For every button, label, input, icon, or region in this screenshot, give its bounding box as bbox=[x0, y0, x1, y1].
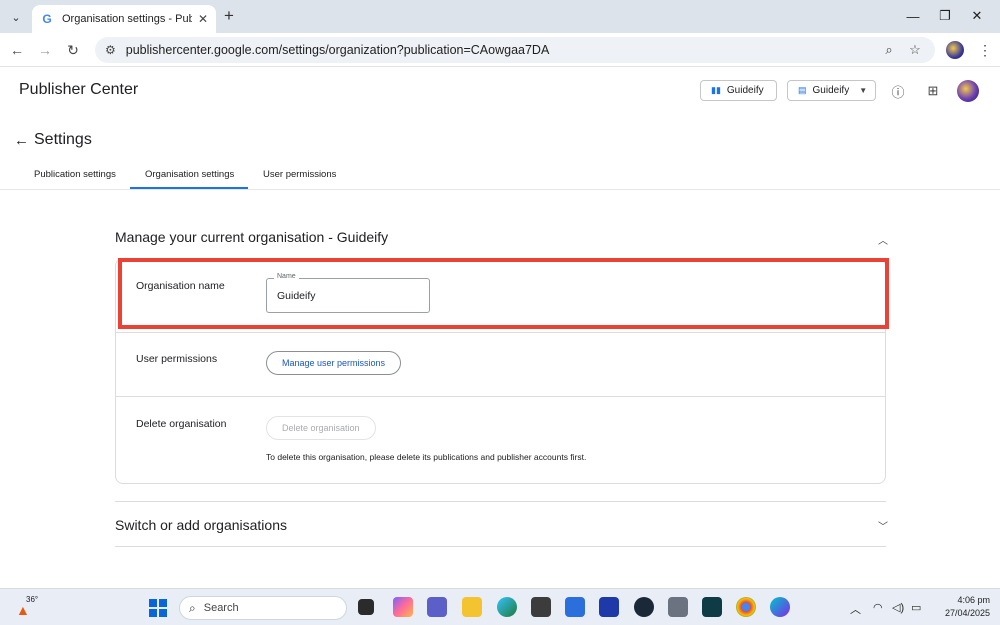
close-window-icon[interactable]: ✕ bbox=[962, 6, 992, 26]
publication-icon: ▮▮ bbox=[711, 85, 721, 95]
publication-button[interactable]: ▮▮ Guideify bbox=[700, 80, 777, 101]
forward-icon[interactable]: → bbox=[35, 40, 55, 60]
start-button-icon[interactable] bbox=[149, 599, 167, 617]
address-bar[interactable]: ⚙ publishercenter.google.com/settings/or… bbox=[95, 37, 935, 63]
search-icon: ⌕ bbox=[189, 600, 196, 615]
chrome-profile-avatar[interactable] bbox=[946, 41, 964, 59]
weather-temp: 36° bbox=[26, 595, 39, 604]
manage-user-permissions-button[interactable]: Manage user permissions bbox=[266, 351, 402, 375]
task-view-icon[interactable] bbox=[358, 599, 374, 615]
user-avatar[interactable] bbox=[957, 80, 979, 102]
tab-publication-settings[interactable]: Publication settings bbox=[34, 169, 116, 180]
apps-grid-icon[interactable]: ⊞ bbox=[924, 82, 942, 100]
battery-icon[interactable]: ▭ bbox=[911, 601, 921, 614]
document-icon: ▤ bbox=[798, 85, 807, 95]
expand-chevron-icon[interactable]: ﹀ bbox=[878, 518, 888, 533]
teams-icon[interactable] bbox=[427, 597, 447, 617]
app-speed-icon[interactable] bbox=[668, 597, 688, 617]
clock-time: 4:06 pm bbox=[957, 595, 990, 605]
tab-organisation-settings[interactable]: Organisation settings bbox=[145, 169, 234, 180]
delete-organisation-label: Delete organisation bbox=[136, 418, 227, 430]
delete-helper-text: To delete this organisation, please dele… bbox=[266, 452, 587, 462]
organisation-dropdown-label: Guideify bbox=[812, 85, 850, 96]
clock-date: 27/04/2025 bbox=[944, 608, 990, 618]
canva-icon[interactable] bbox=[770, 597, 790, 617]
user-permissions-label: User permissions bbox=[136, 353, 218, 365]
file-explorer-icon[interactable] bbox=[462, 597, 482, 617]
edge-icon[interactable] bbox=[497, 597, 517, 617]
wifi-icon[interactable]: ◠ bbox=[873, 601, 883, 614]
switch-organisations-section[interactable]: Switch or add organisations ﹀ bbox=[115, 501, 888, 547]
tab-title: Organisation settings - Publishe bbox=[62, 13, 192, 25]
delete-organisation-button[interactable]: Delete organisation bbox=[266, 416, 376, 440]
google-favicon-icon: G bbox=[42, 12, 52, 26]
copilot-icon[interactable] bbox=[393, 597, 413, 617]
chrome-menu-icon[interactable]: ⋮ bbox=[978, 41, 992, 59]
highlight-box bbox=[118, 258, 889, 329]
page-title: Settings bbox=[34, 131, 92, 148]
chrome-icon[interactable] bbox=[736, 597, 756, 617]
organisation-dropdown[interactable]: ▤ Guideify ▼ bbox=[787, 80, 876, 101]
settings-tabs: Publication settings Organisation settin… bbox=[0, 160, 1000, 190]
tab-search-chevron-icon[interactable]: ⌄ bbox=[5, 6, 27, 28]
row-divider bbox=[116, 332, 885, 333]
microsoft-store-icon[interactable] bbox=[565, 597, 585, 617]
publication-button-label: Guideify bbox=[726, 85, 764, 96]
weather-widget[interactable]: ▲ 36° bbox=[14, 594, 44, 620]
windows-taskbar: ▲ 36° ⌕ Search ︿ ◠ ◁) ▭ 4:06 pm 27/04/20… bbox=[0, 588, 1000, 625]
url-text[interactable]: publishercenter.google.com/settings/orga… bbox=[126, 43, 873, 57]
app-terminal-icon[interactable] bbox=[702, 597, 722, 617]
taskbar-search-text: Search bbox=[203, 602, 239, 614]
site-info-icon[interactable]: ⚙ bbox=[105, 43, 116, 57]
volume-icon[interactable]: ◁) bbox=[892, 601, 904, 614]
info-icon[interactable]: ⓘ bbox=[889, 82, 907, 100]
dropdown-arrow-icon: ▼ bbox=[859, 86, 868, 95]
active-tab-indicator bbox=[130, 187, 248, 189]
back-icon[interactable]: ← bbox=[7, 40, 27, 60]
reload-icon[interactable]: ↻ bbox=[63, 40, 83, 60]
app-title: Publisher Center bbox=[19, 81, 139, 98]
close-tab-icon[interactable]: ✕ bbox=[198, 12, 208, 26]
tab-user-permissions[interactable]: User permissions bbox=[263, 169, 336, 180]
restore-window-icon[interactable]: ❐ bbox=[930, 6, 960, 26]
zoom-icon[interactable]: ⌕ bbox=[879, 40, 899, 60]
browser-tab-strip: ⌄ G Organisation settings - Publishe ✕ +… bbox=[0, 0, 1000, 33]
collapse-chevron-icon[interactable]: ︿ bbox=[878, 232, 888, 247]
taskbar-search[interactable]: ⌕ Search bbox=[179, 596, 347, 620]
app-cube-icon[interactable] bbox=[531, 597, 551, 617]
row-divider bbox=[116, 396, 885, 397]
minimize-window-icon[interactable]: — bbox=[898, 6, 928, 26]
app-m-icon[interactable] bbox=[599, 597, 619, 617]
browser-tab[interactable]: G Organisation settings - Publishe ✕ bbox=[32, 5, 216, 33]
settings-back-icon[interactable]: ← bbox=[14, 132, 29, 149]
weather-icon: ▲ bbox=[16, 602, 30, 618]
taskbar-clock[interactable]: 4:06 pm 27/04/2025 bbox=[934, 594, 990, 620]
new-tab-icon[interactable]: + bbox=[220, 6, 238, 25]
app-header: Publisher Center ▮▮ Guideify ▤ Guideify … bbox=[0, 68, 1000, 114]
bookmark-star-icon[interactable]: ☆ bbox=[905, 40, 925, 60]
browser-toolbar: ← → ↻ ⚙ publishercenter.google.com/setti… bbox=[0, 33, 1000, 67]
manage-section-title: Manage your current organisation - Guide… bbox=[115, 229, 389, 245]
switch-section-title: Switch or add organisations bbox=[115, 517, 287, 533]
tray-overflow-icon[interactable]: ︿ bbox=[850, 601, 861, 617]
steam-icon[interactable] bbox=[634, 597, 654, 617]
